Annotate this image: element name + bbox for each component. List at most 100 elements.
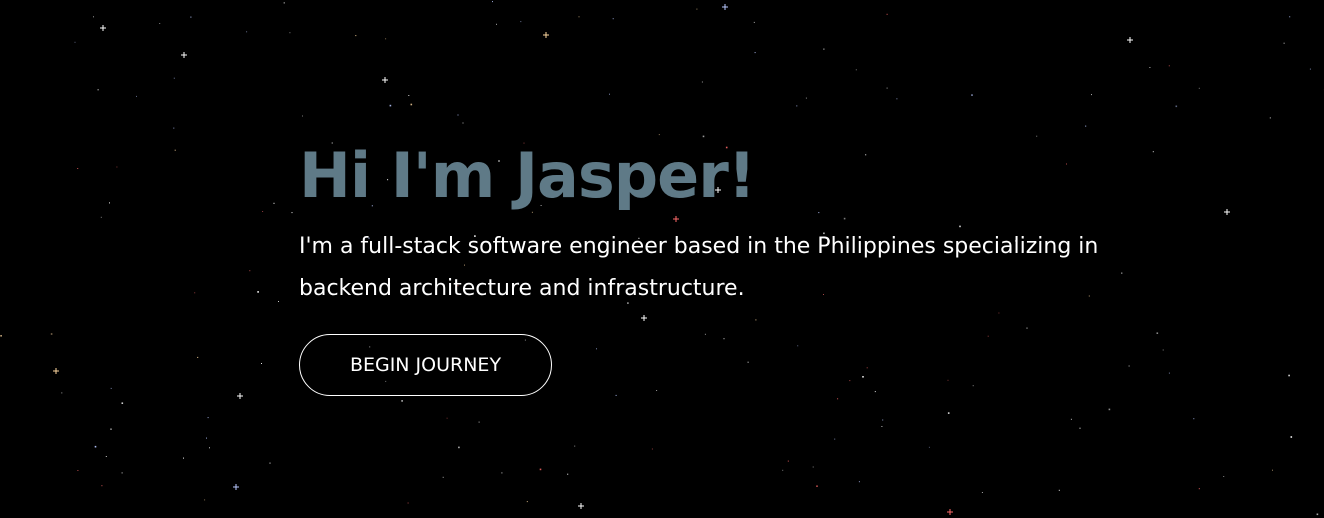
star-dot [183,457,184,459]
star-dot [302,115,303,117]
star-dot [209,447,210,449]
star-dot [539,468,542,471]
hero-title: Hi I'm Jasper! [299,139,756,212]
star-dot [882,419,884,421]
star-sparkle [382,77,388,83]
star-dot [1309,68,1311,70]
star-dot [478,421,480,423]
star-dot [204,499,206,501]
star-dot [385,38,387,40]
star-dot [100,216,102,218]
star-dot [886,13,888,15]
star-dot [1108,408,1111,411]
star-dot [462,122,464,124]
star-dot [110,428,112,430]
star-dot [1198,488,1200,490]
star-dot [834,438,836,440]
star-dot [896,98,898,100]
star-dot [520,21,522,23]
star-dot [928,446,930,448]
star-dot [1193,418,1195,420]
star-dot [1288,374,1290,377]
hero-section: Hi I'm Jasper! I'm a full-stack software… [299,138,1199,396]
star-dot [1175,105,1178,108]
star-dot [1036,135,1038,137]
star-dot [110,387,112,389]
star-dot [1168,65,1170,67]
star-sparkle [100,25,106,31]
star-dot [173,77,175,79]
star-dot [701,81,703,83]
star-dot [410,103,413,106]
star-dot [289,32,291,34]
star-dot [574,445,576,447]
star-dot [1223,476,1225,477]
star-dot [812,466,814,468]
star-dot [823,48,825,50]
star-dot [816,485,818,487]
star-dot [837,398,839,400]
star-dot [567,473,569,475]
star-dot [753,21,755,23]
star-dot [101,485,103,487]
star-sparkle [237,393,243,399]
star-dot [1290,436,1293,438]
begin-journey-button[interactable]: BEGIN JOURNEY [299,334,552,396]
star-dot [121,472,123,474]
star-dot [947,412,950,414]
star-dot [407,502,409,504]
star-dot [881,426,883,427]
star-dot [105,456,107,457]
star-dot [291,212,293,214]
star-sparkle [1224,209,1230,215]
star-dot [658,134,660,136]
star-dot [1058,489,1060,491]
star-dot [269,462,271,464]
star-dot [173,127,175,129]
star-dot [136,95,137,97]
star-dot [1283,42,1285,44]
star-dot [1149,67,1151,68]
star-dot [194,292,196,294]
star-dot [206,437,207,439]
star-dot [612,18,614,20]
star-dot [174,149,176,151]
star-dot [1070,418,1072,420]
star-dot [1316,513,1319,516]
star-dot [249,270,251,272]
star-sparkle [181,52,187,58]
star-dot [74,41,76,43]
star-dot [1079,427,1081,429]
star-dot [190,16,192,18]
star-dot [457,114,459,116]
star-dot [1269,117,1271,119]
star-sparkle [1127,37,1133,43]
star-dot [1289,16,1291,18]
star-sparkle [233,484,239,490]
star-dot [578,16,580,18]
star-dot [261,363,262,364]
star-dot [492,1,493,3]
star-dot [1091,94,1092,96]
star-dot [197,356,199,358]
star-sparkle [53,368,59,374]
star-dot [696,8,698,10]
star-dot [971,94,973,96]
star-dot [501,472,503,474]
hero-description: I'm a full-stack software engineer based… [299,234,1099,301]
star-dot [796,105,798,107]
star-dot [207,417,209,419]
star-sparkle [947,509,953,515]
star-dot [782,469,784,471]
star-dot [278,301,279,302]
star-dot [116,166,118,168]
star-dot [458,446,460,449]
star-dot [97,89,99,91]
star-dot [981,492,983,493]
star-dot [754,52,756,54]
star-dot [355,35,357,37]
star-dot [389,104,392,107]
star-dot [496,23,497,25]
star-dot [609,93,610,95]
star-dot [77,168,79,169]
